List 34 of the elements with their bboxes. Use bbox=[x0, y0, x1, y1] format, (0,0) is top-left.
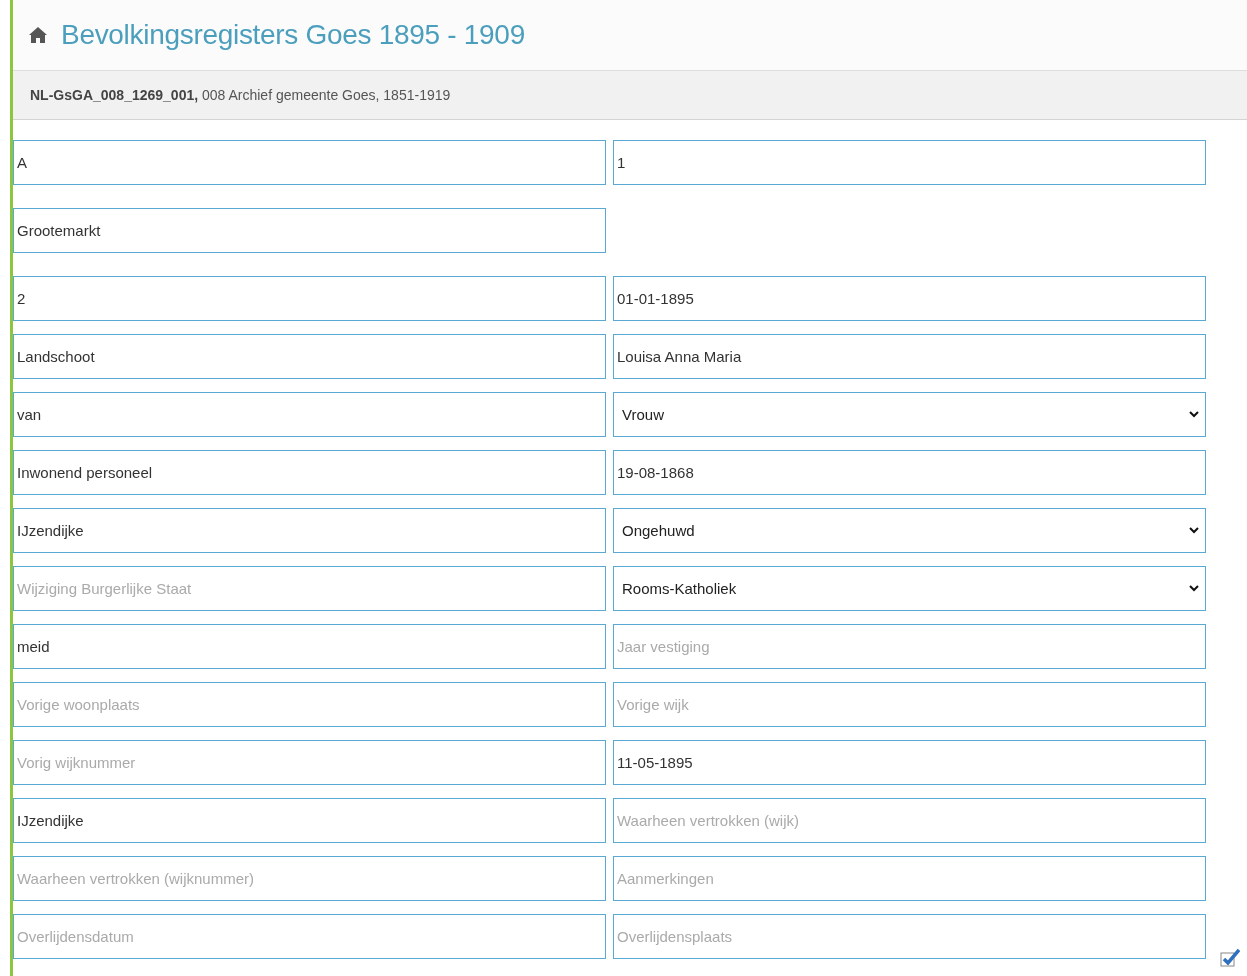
input-field[interactable]: Landschoot bbox=[13, 334, 606, 379]
chevron-down-icon bbox=[1189, 585, 1199, 592]
input-field[interactable]: Vorig wijknummer bbox=[13, 740, 606, 785]
home-icon[interactable] bbox=[29, 27, 47, 43]
input-field[interactable]: Overlijdensdatum bbox=[13, 914, 606, 959]
input-field[interactable]: Vorige woonplaats bbox=[13, 682, 606, 727]
input-field[interactable]: Overlijdensplaats bbox=[613, 914, 1206, 959]
dropdown-field[interactable]: Vrouw bbox=[613, 392, 1206, 437]
input-field[interactable]: van bbox=[13, 392, 606, 437]
input-field[interactable]: IJzendijke bbox=[13, 798, 606, 843]
input-field[interactable]: Vorige wijk bbox=[613, 682, 1206, 727]
input-field[interactable]: 2 bbox=[13, 276, 606, 321]
input-field[interactable]: IJzendijke bbox=[13, 508, 606, 553]
input-field[interactable]: 01-01-1895 bbox=[613, 276, 1206, 321]
input-field[interactable]: Aanmerkingen bbox=[613, 856, 1206, 901]
input-field[interactable]: Jaar vestiging bbox=[613, 624, 1206, 669]
chevron-down-icon bbox=[1189, 527, 1199, 534]
input-field[interactable]: Waarheen vertrokken (wijk) bbox=[613, 798, 1206, 843]
input-field[interactable]: Louisa Anna Maria bbox=[613, 334, 1206, 379]
input-field[interactable]: 1 bbox=[613, 140, 1206, 185]
input-field[interactable]: A bbox=[13, 140, 606, 185]
archive-reference: NL-GsGA_008_1269_001, 008 Archief gemeente Goes, 1851-1919 bbox=[30, 87, 451, 103]
input-field[interactable]: Grootemarkt bbox=[13, 208, 606, 253]
input-field[interactable]: 19-08-1868 bbox=[613, 450, 1206, 495]
input-field[interactable]: Waarheen vertrokken (wijknummer) bbox=[13, 856, 606, 901]
dropdown-field[interactable]: Rooms-Katholiek bbox=[613, 566, 1206, 611]
page-title: Bevolkingsregisters Goes 1895 - 1909 bbox=[61, 19, 525, 51]
input-field[interactable]: Wijziging Burgerlijke Staat bbox=[13, 566, 606, 611]
input-field[interactable]: meid bbox=[13, 624, 606, 669]
checkbox-icon[interactable] bbox=[1220, 948, 1240, 968]
input-field[interactable]: 11-05-1895 bbox=[613, 740, 1206, 785]
input-field[interactable]: Inwonend personeel bbox=[13, 450, 606, 495]
dropdown-field[interactable]: Ongehuwd bbox=[613, 508, 1206, 553]
chevron-down-icon bbox=[1189, 411, 1199, 418]
